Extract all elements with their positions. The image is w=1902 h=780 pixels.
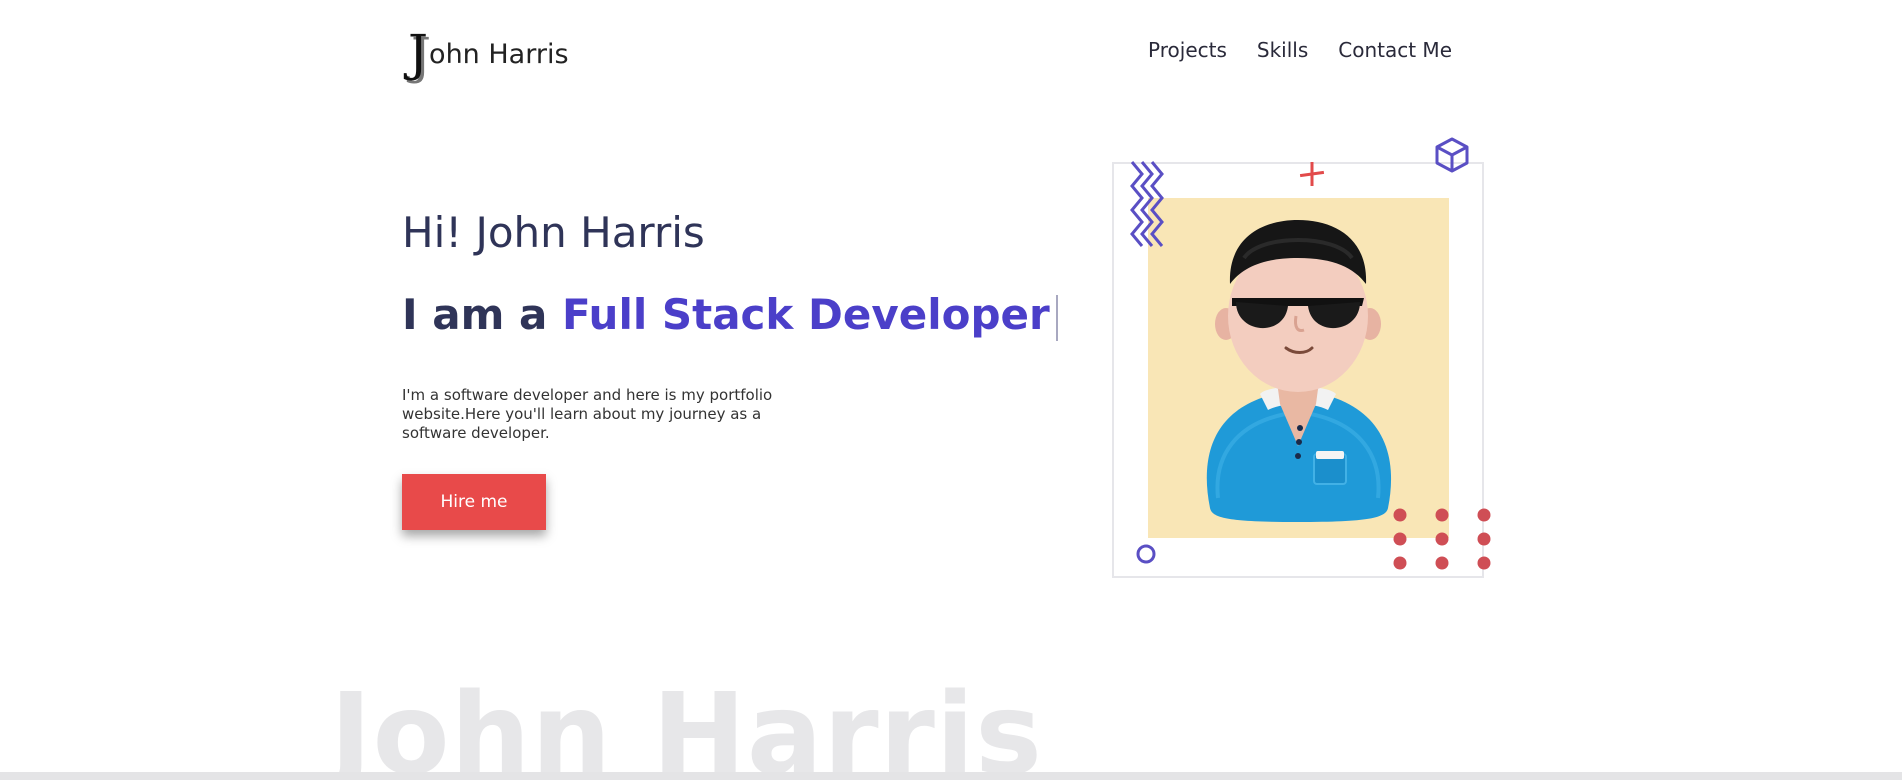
hero-intro: I'm a software developer and here is my … bbox=[402, 386, 773, 442]
circle-decoration bbox=[1136, 544, 1156, 564]
nav-projects[interactable]: Projects bbox=[1148, 38, 1227, 62]
logo[interactable]: J ohn Harris bbox=[408, 24, 569, 82]
nav-skills[interactable]: Skills bbox=[1257, 38, 1308, 62]
zigzag-decoration bbox=[1130, 161, 1164, 247]
hero-role-line: I am a Full Stack Developer bbox=[402, 290, 1058, 341]
logo-initial: J bbox=[408, 24, 429, 82]
plus-decoration bbox=[1299, 162, 1325, 186]
nav-contact-me[interactable]: Contact Me bbox=[1338, 38, 1452, 62]
main-nav: Projects Skills Contact Me bbox=[1148, 38, 1452, 62]
portfolio-page: J ohn Harris Projects Skills Contact Me … bbox=[0, 0, 1902, 780]
name-watermark: John Harris bbox=[330, 670, 1043, 780]
hero-greeting: Hi! John Harris bbox=[402, 208, 705, 257]
cube-icon bbox=[1435, 137, 1469, 173]
typing-cursor bbox=[1055, 294, 1058, 341]
avatar-illustration bbox=[1206, 220, 1392, 522]
role-title: Full Stack Developer bbox=[561, 290, 1050, 339]
logo-name: ohn Harris bbox=[429, 39, 569, 70]
hire-me-button[interactable]: Hire me bbox=[402, 474, 546, 530]
role-prefix: I am a bbox=[402, 290, 562, 339]
bottom-strip bbox=[0, 772, 1902, 780]
dots-decoration bbox=[1393, 508, 1491, 570]
